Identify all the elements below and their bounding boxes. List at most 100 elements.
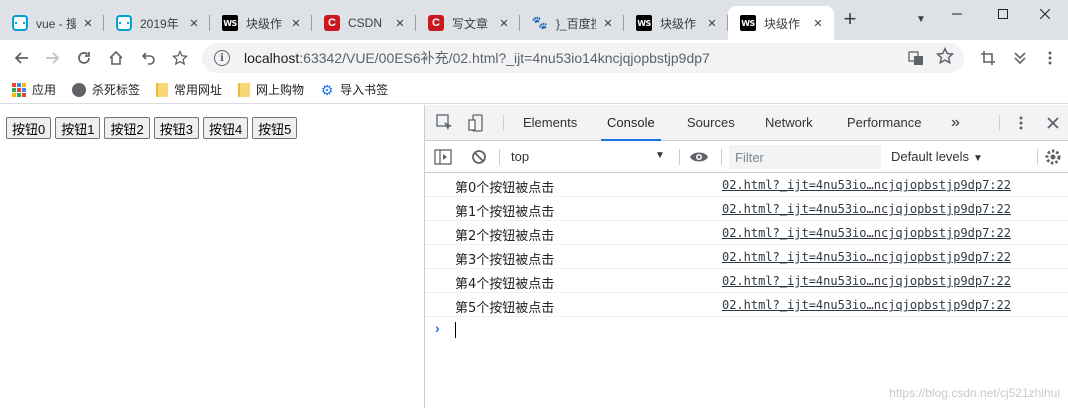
browser-tab[interactable]: 🐾}_百度搜 ✕ <box>520 6 624 40</box>
bookmark-item[interactable]: 常用网址 <box>156 81 222 98</box>
bookmark-label: 网上购物 <box>256 83 305 97</box>
devtools-tab-sources[interactable]: Sources <box>687 105 735 141</box>
close-window-button[interactable] <box>1022 0 1068 28</box>
console-log-row: 第0个按钮被点击 02.html?_ijt=4nu53io…ncjqjopbstj… <box>425 173 1068 197</box>
back-arrow-icon <box>14 52 28 64</box>
toolbar-divider <box>503 115 504 131</box>
maximize-button[interactable] <box>980 0 1026 28</box>
maximize-icon <box>998 9 1008 19</box>
more-tabs-button[interactable]: » <box>951 105 960 141</box>
baidu-icon: 🐾 <box>531 15 549 30</box>
url-host: localhost <box>244 50 300 66</box>
gear-icon: ⚙ <box>320 81 334 98</box>
csdn-icon: C <box>428 15 444 31</box>
browser-tab[interactable]: WS 块级作 ✕ <box>624 6 728 40</box>
devtools-menu-icon[interactable] <box>1011 113 1031 133</box>
log-source-link[interactable]: 02.html?_ijt=4nu53io…ncjqjopbstjp9dp7:22 <box>722 298 1011 312</box>
tab-close-icon[interactable]: ✕ <box>288 17 304 30</box>
bookmark-star-button[interactable] <box>168 46 192 70</box>
browser-tab[interactable]: C CSDN ✕ <box>312 6 416 40</box>
browser-tab[interactable]: WS 块级作 ✕ <box>728 6 834 40</box>
tab-title: vue - 搜 <box>36 16 76 31</box>
browser-tab[interactable]: vue - 搜 ✕ <box>0 6 104 40</box>
tab-title: CSDN <box>348 16 383 30</box>
console-settings-gear-icon[interactable] <box>1043 147 1063 167</box>
toolbar-divider <box>721 149 722 165</box>
log-levels-dropdown[interactable]: Default levels ▼ <box>891 149 983 164</box>
webstorm-icon: WS <box>740 15 756 31</box>
extension-chevron-button[interactable] <box>1008 46 1032 70</box>
new-tab-button[interactable]: + <box>838 8 862 32</box>
page-button-1[interactable]: 按钮1 <box>55 117 101 139</box>
inspect-element-icon[interactable] <box>435 113 455 133</box>
devtools-tab-network[interactable]: Network <box>765 105 813 141</box>
page-button-2[interactable]: 按钮2 <box>104 117 150 139</box>
page-viewport: 按钮0 按钮1 按钮2 按钮3 按钮4 按钮5 <box>0 105 424 408</box>
tab-close-icon[interactable]: ✕ <box>392 17 408 30</box>
reload-button[interactable] <box>72 46 96 70</box>
devtools-tab-console[interactable]: Console <box>601 105 661 141</box>
log-message: 第2个按钮被点击 <box>455 229 555 244</box>
log-message: 第5个按钮被点击 <box>455 301 555 316</box>
devtools-tab-elements[interactable]: Elements <box>523 105 577 141</box>
log-source-link[interactable]: 02.html?_ijt=4nu53io…ncjqjopbstjp9dp7:22 <box>722 250 1011 264</box>
clear-console-icon[interactable] <box>469 147 489 167</box>
context-dropdown-arrow[interactable]: ▼ <box>655 150 665 161</box>
log-source-link[interactable]: 02.html?_ijt=4nu53io…ncjqjopbstjp9dp7:22 <box>722 226 1011 240</box>
tab-close-icon[interactable]: ✕ <box>186 17 202 30</box>
close-icon <box>1040 9 1050 19</box>
browser-tab[interactable]: C 写文章 ✕ <box>416 6 520 40</box>
bookmark-item[interactable]: 网上购物 <box>238 81 304 98</box>
bookmark-item[interactable]: ⚙ 导入书签 <box>320 81 388 98</box>
reload-icon <box>78 52 90 64</box>
console-log-row: 第1个按钮被点击 02.html?_ijt=4nu53io…ncjqjopbstj… <box>425 197 1068 221</box>
live-expression-eye-icon[interactable] <box>689 147 709 167</box>
forward-button[interactable] <box>40 46 64 70</box>
bilibili-icon <box>12 15 28 31</box>
devtools-tab-performance[interactable]: Performance <box>847 105 921 141</box>
translate-icon[interactable] <box>908 50 924 66</box>
undo-button[interactable] <box>136 46 160 70</box>
tab-title: 块级作 <box>764 16 801 31</box>
console-log-row: 第3个按钮被点击 02.html?_ijt=4nu53io…ncjqjopbstj… <box>425 245 1068 269</box>
bookmark-page-star-icon[interactable] <box>936 47 954 65</box>
tab-search-icon[interactable]: ▼ <box>916 14 926 25</box>
page-button-5[interactable]: 按钮5 <box>252 117 298 139</box>
context-select[interactable]: top <box>511 149 529 164</box>
tab-close-icon[interactable]: ✕ <box>496 17 512 30</box>
tab-close-icon[interactable]: ✕ <box>80 17 96 30</box>
info-icon[interactable]: i <box>214 50 230 66</box>
log-source-link[interactable]: 02.html?_ijt=4nu53io…ncjqjopbstjp9dp7:22 <box>722 178 1011 192</box>
minimize-button[interactable] <box>934 0 980 28</box>
bookmark-item[interactable]: 杀死标签 <box>72 81 140 98</box>
tab-strip: vue - 搜✕2019年✕WS块级作✕CCSDN✕C写文章✕🐾}_百度搜✕WS… <box>0 0 1068 40</box>
console-prompt[interactable]: › <box>425 317 1068 341</box>
page-button-0[interactable]: 按钮0 <box>6 117 52 139</box>
console-log-row: 第4个按钮被点击 02.html?_ijt=4nu53io…ncjqjopbstj… <box>425 269 1068 293</box>
tab-close-icon[interactable]: ✕ <box>600 17 616 30</box>
watermark: https://blog.csdn.net/cj521zhihui <box>889 386 1060 400</box>
bookmark-item[interactable]: 应用 <box>12 81 56 98</box>
address-bar[interactable]: i localhost:63342/VUE/00ES6补充/02.html?_i… <box>202 43 964 73</box>
console-toolbar: top ▼ Default levels▼ <box>425 141 1068 173</box>
folder-icon <box>156 82 169 97</box>
log-message: 第4个按钮被点击 <box>455 277 555 292</box>
page-button-4[interactable]: 按钮4 <box>202 117 249 139</box>
crop-icon <box>981 51 995 65</box>
device-toolbar-icon[interactable] <box>467 113 487 133</box>
browser-tab[interactable]: WS 块级作 ✕ <box>210 6 312 40</box>
home-button[interactable] <box>104 46 128 70</box>
log-source-link[interactable]: 02.html?_ijt=4nu53io…ncjqjopbstjp9dp7:22 <box>722 202 1011 216</box>
console-filter-input[interactable] <box>729 145 881 169</box>
tab-close-icon[interactable]: ✕ <box>810 17 826 30</box>
page-button-3[interactable]: 按钮3 <box>153 117 199 139</box>
close-devtools-icon[interactable] <box>1043 113 1063 133</box>
crop-extension-button[interactable] <box>976 46 1000 70</box>
tab-close-icon[interactable]: ✕ <box>704 17 720 30</box>
sidebar-toggle-icon[interactable] <box>433 147 453 167</box>
browser-tab[interactable]: 2019年 ✕ <box>104 6 210 40</box>
log-source-link[interactable]: 02.html?_ijt=4nu53io…ncjqjopbstjp9dp7:22 <box>722 274 1011 288</box>
menu-button[interactable] <box>1038 46 1062 70</box>
console-log-row: 第5个按钮被点击 02.html?_ijt=4nu53io…ncjqjopbstj… <box>425 293 1068 317</box>
back-button[interactable] <box>10 46 34 70</box>
